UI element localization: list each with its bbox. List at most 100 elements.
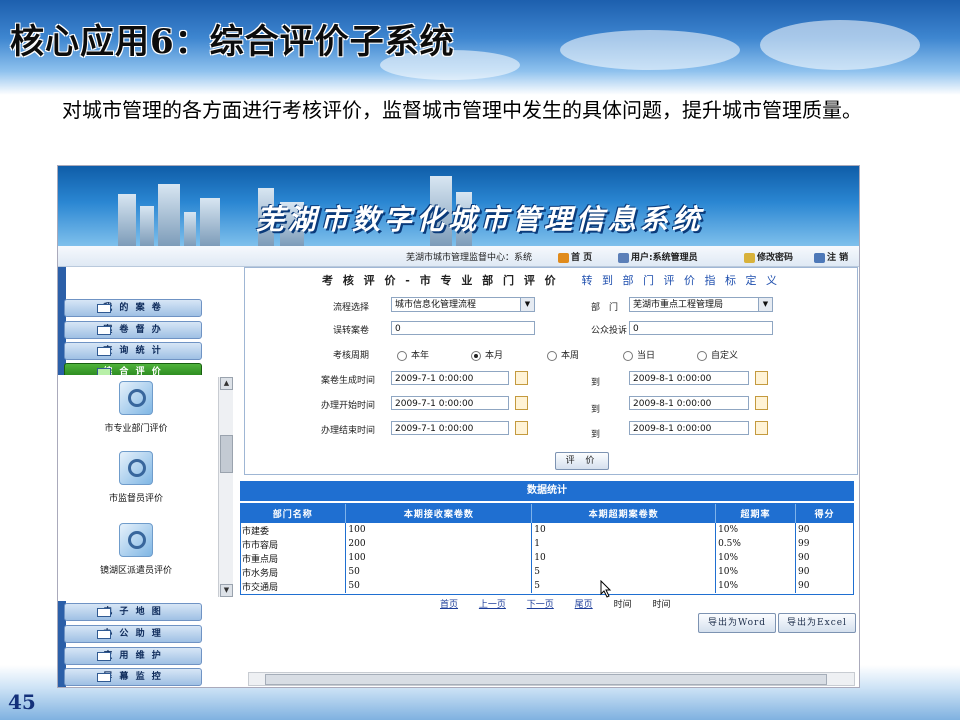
evaluation-form: 考 核 评 价 - 市 专 业 部 门 评 价 转 到 部 门 评 价 指 标 …	[244, 267, 858, 475]
page-number: 45	[8, 690, 36, 714]
sidebar-item-screen-monitor[interactable]: 屏 幕 监 控	[64, 668, 202, 686]
calendar-icon[interactable]	[755, 371, 768, 385]
prev-page-link[interactable]: 上一页	[479, 600, 506, 610]
calendar-icon[interactable]	[515, 421, 528, 435]
sidebar-item-case-supervision[interactable]: 案 卷 督 办	[64, 321, 202, 339]
table-row[interactable]: 市建委 100 10 10% 90	[240, 523, 854, 537]
tool-supervisor-evaluation[interactable]: 市监督员评价	[86, 451, 186, 504]
column-header[interactable]: 得分	[795, 503, 854, 523]
slide-description: 对城市管理的各方面进行考核评价，监督城市管理中发生的具体问题，提升城市管理质量。	[62, 98, 862, 122]
indicator-definition-link[interactable]: 转 到 部 门 评 价 指 标 定 义	[582, 274, 780, 287]
main-content: 考 核 评 价 - 市 专 业 部 门 评 价 转 到 部 门 评 价 指 标 …	[236, 267, 858, 667]
tool-label: 市监督员评价	[108, 494, 163, 504]
sidebar-item-maintenance[interactable]: 应 用 维 护	[64, 647, 202, 665]
misrouted-input[interactable]: 0	[391, 321, 535, 335]
complaint-label: 公众投诉	[591, 326, 628, 336]
folder-icon	[97, 652, 111, 661]
column-header[interactable]: 本期接收案卷数	[345, 503, 533, 523]
column-header[interactable]: 本期超期案卷数	[531, 503, 717, 523]
handle-end-from-input[interactable]: 2009-7-1 0:00:00	[391, 421, 509, 435]
radio-label: 本周	[561, 351, 580, 361]
sidebar-item-label: 屏 幕 监 控	[103, 672, 163, 682]
sidebar-scrollbar[interactable]: ▲ ▼	[218, 377, 233, 597]
export-excel-button[interactable]: 导出为Excel	[778, 613, 856, 633]
sidebar-item-map[interactable]: 电 子 地 图	[64, 603, 202, 621]
last-page-link[interactable]: 尾页	[575, 600, 593, 610]
table-cell: 5	[531, 579, 717, 593]
calendar-icon[interactable]	[515, 371, 528, 385]
table-row[interactable]: 市市容局 200 1 0.5% 99	[240, 537, 854, 551]
chevron-down-icon: ▼	[520, 298, 534, 311]
dept-select[interactable]: 芜湖市重点工程管理局 ▼	[629, 297, 773, 312]
tool-dept-evaluation[interactable]: 市专业部门评价	[86, 381, 186, 434]
sidebar-item-query-stats[interactable]: 查 询 统 计	[64, 342, 202, 360]
calendar-icon[interactable]	[755, 421, 768, 435]
process-label: 流程选择	[333, 303, 370, 313]
sidebar-item-label: 案 卷 督 办	[103, 325, 163, 335]
misrouted-label: 误转案卷	[333, 326, 370, 336]
table-cell: 90	[795, 523, 854, 537]
tool-dispatcher-evaluation[interactable]: 镜湖区派遣员评价	[86, 523, 186, 576]
table-cell: 99	[795, 537, 854, 551]
scroll-down-icon[interactable]: ▼	[220, 584, 233, 597]
radio-label: 本年	[411, 351, 430, 361]
sidebar-item-office[interactable]: 办 公 助 理	[64, 625, 202, 643]
table-cell: 市建委	[240, 523, 347, 537]
period-radio-week[interactable]: 本周	[547, 348, 579, 361]
period-label: 考核周期	[333, 351, 370, 361]
app-window: 芜湖市数字化城市管理信息系统 芜湖市城市管理监督中心：系统 首 页 用户:系统管…	[57, 165, 860, 688]
user-info: 用户:系统管理员	[618, 250, 698, 263]
column-header[interactable]: 部门名称	[240, 503, 347, 523]
calendar-icon[interactable]	[515, 396, 528, 410]
table-row[interactable]: 市水务局 50 5 10% 90	[240, 565, 854, 579]
table-cell: 10%	[715, 579, 796, 593]
column-header[interactable]: 超期率	[715, 503, 796, 523]
table-cell: 50	[345, 579, 533, 593]
complaint-input[interactable]: 0	[629, 321, 773, 335]
slide-title: 核心应用6：综合评价子系统	[10, 22, 455, 62]
sidebar-item-my-cases[interactable]: 我 的 案 卷	[64, 299, 202, 317]
evaluate-button[interactable]: 评 价	[555, 452, 609, 470]
handle-start-from-input[interactable]: 2009-7-1 0:00:00	[391, 396, 509, 410]
radio-label: 当日	[637, 351, 656, 361]
horizontal-scrollbar[interactable]	[248, 672, 855, 686]
table-row[interactable]: 市交通局 50 5 10% 90	[240, 579, 854, 593]
change-password-link[interactable]: 修改密码	[744, 250, 793, 263]
folder-icon	[97, 630, 111, 639]
logout-link[interactable]: 注 销	[814, 250, 848, 263]
next-page-link[interactable]: 下一页	[527, 600, 554, 610]
table-cell: 0.5%	[715, 537, 796, 551]
home-link[interactable]: 首 页	[558, 250, 592, 263]
scroll-up-icon[interactable]: ▲	[220, 377, 233, 390]
building-graphic	[200, 198, 220, 246]
created-from-input[interactable]: 2009-7-1 0:00:00	[391, 371, 509, 385]
table-cell: 10%	[715, 565, 796, 579]
calendar-icon[interactable]	[755, 396, 768, 410]
dept-label: 部 门	[591, 303, 619, 313]
handle-end-to-input[interactable]: 2009-8-1 0:00:00	[629, 421, 749, 435]
first-page-link[interactable]: 首页	[440, 600, 458, 610]
sidebar-item-label: 查 询 统 计	[103, 346, 163, 356]
table-cell: 1	[531, 537, 717, 551]
handle-start-to-input[interactable]: 2009-8-1 0:00:00	[629, 396, 749, 410]
period-radio-today[interactable]: 当日	[623, 348, 655, 361]
scrollbar-thumb[interactable]	[220, 435, 233, 473]
created-to-input[interactable]: 2009-8-1 0:00:00	[629, 371, 749, 385]
table-cell: 10	[531, 523, 717, 537]
chevron-down-icon: ▼	[758, 298, 772, 311]
app-banner: 芜湖市数字化城市管理信息系统	[58, 166, 859, 246]
table-cell: 市交通局	[240, 579, 347, 593]
form-heading: 考 核 评 价 - 市 专 业 部 门 评 价 转 到 部 门 评 价 指 标 …	[245, 272, 857, 288]
table-cell: 50	[345, 565, 533, 579]
table-cell: 10%	[715, 523, 796, 537]
scrollbar-thumb[interactable]	[265, 674, 827, 685]
period-radio-year[interactable]: 本年	[397, 348, 429, 361]
table-cell: 市水务局	[240, 565, 347, 579]
cloud-decoration	[560, 30, 740, 70]
sidebar-item-label: 电 子 地 图	[103, 607, 163, 617]
table-row[interactable]: 市重点局 100 10 10% 90	[240, 551, 854, 565]
process-select[interactable]: 城市信息化管理流程 ▼	[391, 297, 535, 312]
period-radio-month[interactable]: 本月	[471, 348, 503, 361]
period-radio-custom[interactable]: 自定义	[697, 348, 738, 361]
export-word-button[interactable]: 导出为Word	[698, 613, 776, 633]
